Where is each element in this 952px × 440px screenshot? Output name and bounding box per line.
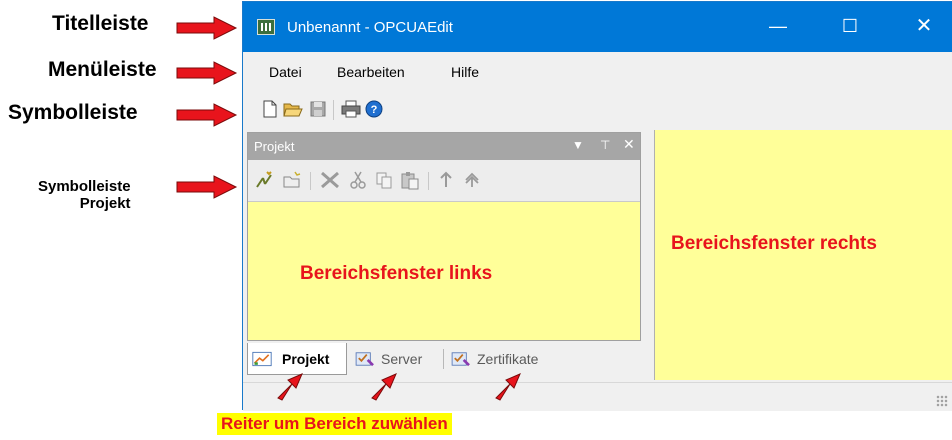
project-toolbar-separator xyxy=(310,172,311,190)
checklist-icon xyxy=(451,352,470,367)
menu-bearbeiten[interactable]: Bearbeiten xyxy=(337,64,405,80)
resize-grip-icon[interactable] xyxy=(936,395,948,407)
title-bar[interactable]: Unbenannt - OPCUAEdit — ☐ ✕ xyxy=(243,2,952,52)
panel-close-icon[interactable]: ✕ xyxy=(623,136,635,153)
move-up-icon[interactable] xyxy=(436,170,456,190)
svg-text:?: ? xyxy=(371,104,378,116)
callout-symbolleiste-projekt: Symbolleiste Projekt xyxy=(38,178,131,212)
callout-menueleiste: Menüleiste xyxy=(48,58,157,81)
left-area-label: Bereichsfenster links xyxy=(300,263,493,284)
tab-projekt-label: Projekt xyxy=(282,351,330,367)
callout-titelleiste: Titelleiste xyxy=(52,12,149,35)
callout-symbolleiste: Symbolleiste xyxy=(8,101,138,124)
project-toolbar xyxy=(248,160,640,202)
chart-icon xyxy=(252,351,272,367)
checklist-icon xyxy=(355,352,374,367)
print-icon[interactable] xyxy=(341,100,361,118)
arrow-symbolleiste-projekt xyxy=(176,175,238,199)
tab-server-label: Server xyxy=(381,351,423,367)
move-top-icon[interactable] xyxy=(462,170,482,190)
save-icon[interactable] xyxy=(309,100,327,118)
main-toolbar: ? xyxy=(243,90,952,128)
menu-datei[interactable]: Datei xyxy=(269,64,302,80)
app-icon xyxy=(257,19,275,35)
arrow-tab-projekt xyxy=(277,373,303,401)
delete-icon[interactable] xyxy=(318,170,342,190)
copy-icon[interactable] xyxy=(374,170,394,190)
toolbar-separator xyxy=(333,100,334,120)
new-file-icon[interactable] xyxy=(261,100,279,118)
open-folder-icon[interactable] xyxy=(283,100,303,118)
menu-bar: Datei Bearbeiten Hilfe xyxy=(243,52,952,90)
paste-icon[interactable] xyxy=(400,170,420,190)
add-server-icon[interactable] xyxy=(254,170,274,190)
project-toolbar-separator xyxy=(428,172,429,190)
callout-reiter: Reiter um Bereich zuwählen xyxy=(217,413,452,435)
arrow-menueleiste xyxy=(176,61,238,85)
tab-zertifikate-label: Zertifikate xyxy=(477,351,539,367)
panel-tabs: Projekt Server Zertifikate xyxy=(247,343,647,377)
project-panel: Projekt ▼ ⊤ ✕ Bereichsfenster links xyxy=(247,132,641,341)
tab-separator xyxy=(443,349,444,369)
arrow-titelleiste xyxy=(176,16,238,40)
right-area[interactable]: Bereichsfenster rechts xyxy=(654,130,952,380)
callout-symbolleiste-projekt-line2: Projekt xyxy=(79,195,131,212)
pin-icon[interactable]: ⊤ xyxy=(600,138,610,152)
status-bar xyxy=(243,382,952,411)
arrow-symbolleiste xyxy=(176,103,238,127)
arrow-tab-zertifikate xyxy=(495,373,521,401)
menu-hilfe[interactable]: Hilfe xyxy=(451,64,479,80)
window-title: Unbenannt - OPCUAEdit xyxy=(287,19,453,36)
minimize-icon[interactable]: — xyxy=(763,14,793,38)
app-window: Unbenannt - OPCUAEdit — ☐ ✕ Datei Bearbe… xyxy=(242,1,952,411)
cut-icon[interactable] xyxy=(348,170,368,190)
dropdown-icon[interactable]: ▼ xyxy=(572,138,584,152)
arrow-tab-server xyxy=(371,373,397,401)
maximize-icon[interactable]: ☐ xyxy=(835,14,865,38)
right-area-label: Bereichsfenster rechts xyxy=(671,233,877,254)
project-panel-title: Projekt xyxy=(254,139,295,154)
add-folder-icon[interactable] xyxy=(282,170,302,190)
close-icon[interactable]: ✕ xyxy=(909,14,939,38)
help-icon[interactable]: ? xyxy=(365,100,383,118)
left-area[interactable]: Bereichsfenster links xyxy=(248,202,640,340)
callout-symbolleiste-projekt-line1: Symbolleiste xyxy=(38,178,131,195)
project-panel-header: Projekt ▼ ⊤ ✕ xyxy=(248,133,640,160)
